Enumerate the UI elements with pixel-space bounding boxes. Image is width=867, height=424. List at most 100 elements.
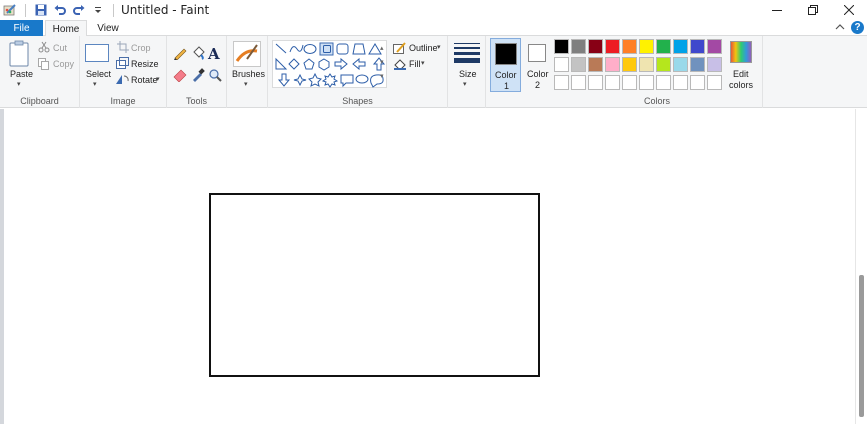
brushes-dropdown-caret[interactable]: ▾ (244, 80, 248, 88)
palette-swatch[interactable] (605, 75, 620, 90)
palette-swatch[interactable] (588, 57, 603, 72)
color-picker-icon[interactable] (191, 68, 205, 85)
palette-swatch[interactable] (622, 75, 637, 90)
window-controls (759, 0, 867, 20)
rotate-dropdown-caret[interactable]: ▾ (156, 75, 160, 83)
edit-colors-line1[interactable]: Edit (733, 69, 749, 79)
size-button[interactable]: Size (459, 69, 477, 79)
paste-dropdown-caret[interactable]: ▾ (17, 80, 21, 88)
app-icon[interactable] (3, 3, 17, 17)
resize-icon[interactable] (116, 57, 129, 72)
close-icon[interactable] (831, 0, 867, 20)
fill-icon[interactable] (393, 58, 407, 73)
palette-swatch[interactable] (571, 75, 586, 90)
tab-view[interactable]: View (90, 20, 126, 36)
palette-swatch[interactable] (588, 39, 603, 54)
palette-swatch[interactable] (605, 57, 620, 72)
palette-swatch[interactable] (639, 75, 654, 90)
tab-home[interactable]: Home (45, 20, 87, 37)
rotate-icon[interactable] (115, 73, 129, 88)
tools-group-label: Tools (185, 96, 207, 106)
palette-swatch[interactable] (656, 39, 671, 54)
undo-icon[interactable] (53, 3, 67, 17)
select-icon[interactable] (85, 44, 109, 65)
help-icon[interactable]: ? (851, 21, 864, 34)
palette-swatch[interactable] (639, 39, 654, 54)
pencil-icon[interactable] (173, 46, 187, 63)
fill-dropdown-caret[interactable]: ▾ (421, 59, 425, 67)
vertical-scrollbar[interactable] (855, 109, 867, 424)
color1-button[interactable]: Color 1 (490, 38, 521, 92)
palette-swatch[interactable] (554, 75, 569, 90)
palette-swatch[interactable] (554, 57, 569, 72)
brushes-icon[interactable] (233, 41, 261, 70)
resize-button[interactable]: Resize (131, 59, 159, 69)
copy-icon[interactable] (38, 58, 50, 73)
palette-swatch[interactable] (571, 57, 586, 72)
palette-swatch[interactable] (707, 39, 722, 54)
palette-swatch[interactable] (690, 75, 705, 90)
palette-swatch[interactable] (707, 75, 722, 90)
paste-button[interactable]: Paste (10, 69, 33, 79)
color2-label: Color (527, 69, 549, 79)
drawn-rectangle[interactable] (209, 193, 540, 377)
select-dropdown-caret[interactable]: ▾ (93, 80, 97, 88)
canvas-left-border (0, 109, 4, 424)
palette-swatch[interactable] (690, 39, 705, 54)
collapse-ribbon-icon[interactable] (835, 22, 845, 34)
palette-swatch[interactable] (622, 57, 637, 72)
palette-swatch[interactable] (656, 57, 671, 72)
tab-file[interactable]: File (0, 20, 43, 36)
color1-label: Color (495, 70, 517, 80)
outline-button[interactable]: Outline (409, 43, 438, 53)
palette-swatch[interactable] (622, 39, 637, 54)
outline-dropdown-caret[interactable]: ▾ (437, 43, 441, 51)
palette-swatch[interactable] (605, 39, 620, 54)
palette-swatch[interactable] (554, 39, 569, 54)
copy-button[interactable]: Copy (53, 59, 74, 69)
redo-icon[interactable] (72, 3, 86, 17)
edit-colors-line2[interactable]: colors (729, 80, 753, 90)
minimize-icon[interactable] (759, 0, 795, 20)
fill-bucket-icon[interactable] (191, 46, 205, 63)
ribbon-right-controls: ? (835, 21, 864, 34)
tools-group: A Tools (167, 36, 227, 108)
palette-swatch[interactable] (673, 39, 688, 54)
size-icon[interactable] (454, 42, 480, 67)
palette-swatch[interactable] (673, 75, 688, 90)
outline-icon[interactable] (393, 42, 406, 57)
customize-toolbar-icon[interactable] (91, 3, 105, 17)
eraser-icon[interactable] (173, 68, 187, 85)
crop-button[interactable]: Crop (131, 43, 151, 53)
fill-button[interactable]: Fill (409, 59, 421, 69)
paste-icon[interactable] (9, 40, 31, 71)
palette-swatch[interactable] (690, 57, 705, 72)
separator (113, 3, 114, 17)
scrollbar-thumb[interactable] (859, 275, 864, 417)
cut-icon[interactable] (38, 41, 50, 56)
select-button[interactable]: Select (86, 69, 111, 79)
color2-button[interactable]: Color 2 (524, 38, 552, 92)
shapes-scroll-arrows[interactable]: ▴ ▾ ▾ (380, 42, 384, 84)
shapes-group-label: Shapes (342, 96, 373, 106)
restore-icon[interactable] (795, 0, 831, 20)
magnifier-icon[interactable] (208, 68, 222, 85)
brushes-button[interactable]: Brushes (232, 69, 265, 79)
palette-swatch[interactable] (673, 57, 688, 72)
size-dropdown-caret[interactable]: ▾ (463, 80, 467, 88)
palette-swatch[interactable] (656, 75, 671, 90)
image-group-label: Image (110, 96, 136, 106)
save-icon[interactable] (34, 3, 48, 17)
text-tool-icon[interactable]: A (208, 45, 220, 63)
edit-colors-icon[interactable] (730, 41, 752, 66)
palette-swatch[interactable] (707, 57, 722, 72)
color-palette (554, 39, 732, 93)
palette-swatch[interactable] (571, 39, 586, 54)
palette-swatch[interactable] (639, 57, 654, 72)
canvas-area[interactable] (0, 109, 867, 424)
rotate-button[interactable]: Rotate (131, 75, 158, 85)
cut-button[interactable]: Cut (53, 43, 67, 53)
crop-icon[interactable] (117, 41, 129, 56)
palette-swatch[interactable] (588, 75, 603, 90)
clipboard-group: Paste ▾ Cut Copy Clipboard (0, 36, 80, 108)
